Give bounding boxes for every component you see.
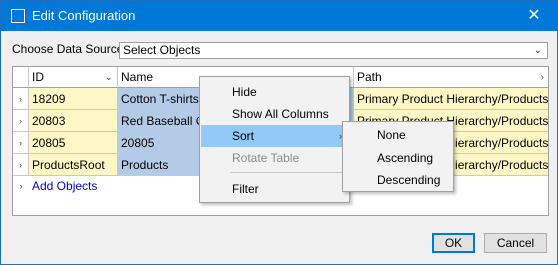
- window-icon: [11, 9, 25, 23]
- sort-descending[interactable]: Descending: [344, 169, 452, 191]
- grid-corner: [13, 67, 29, 88]
- chevron-right-icon[interactable]: ›: [541, 67, 544, 87]
- ok-button[interactable]: OK: [432, 233, 475, 253]
- menu-item-filter[interactable]: Filter: [201, 178, 348, 200]
- add-row-icon[interactable]: ›: [13, 178, 29, 194]
- menu-item-show-all-columns[interactable]: Show All Columns: [201, 103, 348, 125]
- close-button[interactable]: ✕: [511, 1, 557, 31]
- row-expand-icon[interactable]: ›: [13, 132, 29, 154]
- row-expand-icon[interactable]: ›: [13, 110, 29, 132]
- edit-configuration-dialog: Edit Configuration ✕ Choose Data Source …: [0, 0, 558, 265]
- data-source-label: Choose Data Source: [12, 42, 124, 56]
- column-header-label: ID: [32, 70, 44, 84]
- sort-none[interactable]: None: [344, 124, 452, 146]
- menu-item-sort[interactable]: Sort ›: [201, 125, 348, 147]
- window-title: Edit Configuration: [32, 8, 136, 23]
- chevron-down-icon[interactable]: ⌄: [534, 43, 542, 58]
- cell-id[interactable]: ProductsRoot: [29, 154, 118, 176]
- menu-separator: [230, 172, 346, 173]
- column-header-id[interactable]: ID ⌄: [29, 67, 118, 88]
- menu-item-label: Sort: [232, 129, 255, 143]
- cell-id[interactable]: 20803: [29, 110, 118, 132]
- row-expand-icon[interactable]: ›: [13, 88, 29, 110]
- data-source-select[interactable]: Select Objects ⌄: [119, 42, 548, 59]
- data-source-value: Select Objects: [123, 43, 201, 57]
- column-header-label: Name: [121, 70, 154, 84]
- column-header-label: Path: [357, 70, 382, 84]
- title-bar: Edit Configuration ✕: [1, 1, 557, 31]
- sort-submenu: None Ascending Descending: [342, 121, 454, 192]
- cancel-button[interactable]: Cancel: [484, 233, 547, 253]
- sort-ascending[interactable]: Ascending: [344, 147, 452, 169]
- cell-id[interactable]: 18209: [29, 88, 118, 110]
- cell-path[interactable]: Primary Product Hierarchy/Products...: [354, 88, 548, 110]
- add-objects-link[interactable]: Add Objects: [32, 178, 97, 194]
- menu-item-hide[interactable]: Hide: [201, 81, 348, 103]
- column-header-path[interactable]: Path ›: [354, 67, 548, 88]
- chevron-down-icon[interactable]: ⌄: [105, 67, 113, 87]
- menu-item-rotate-table: Rotate Table: [232, 151, 300, 165]
- cell-id[interactable]: 20805: [29, 132, 118, 154]
- column-context-menu: Hide Show All Columns Sort › Rotate Tabl…: [199, 76, 350, 203]
- row-expand-icon[interactable]: ›: [13, 154, 29, 176]
